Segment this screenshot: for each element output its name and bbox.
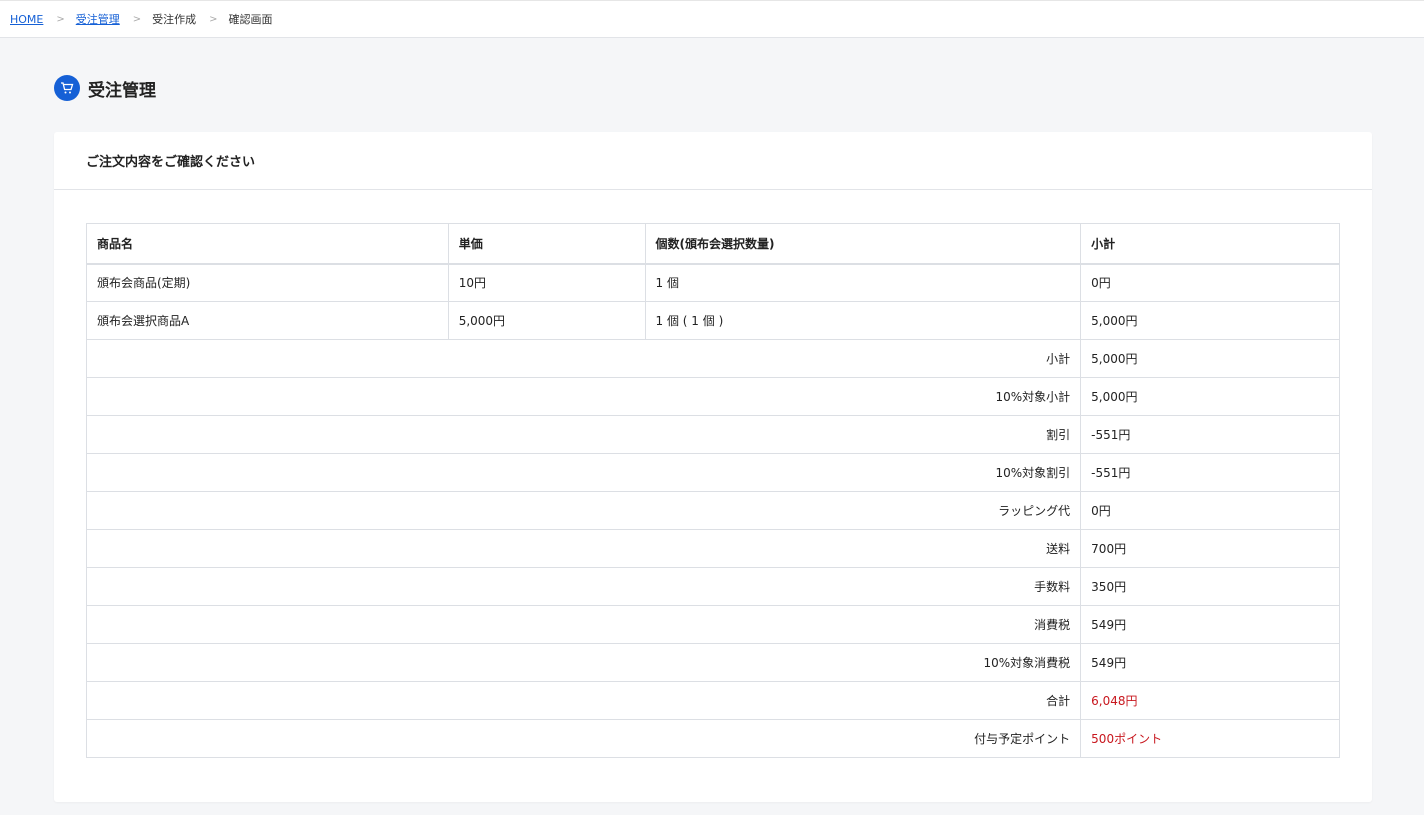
item-qty: 1 個 <box>644 263 1082 302</box>
breadcrumb-separator: > <box>56 13 65 25</box>
summary-row: 10%対象割引 -551円 <box>85 453 1340 492</box>
summary-label: 10%対象割引 <box>85 453 1082 492</box>
header-quantity: 個数(頒布会選択数量) <box>644 223 1082 265</box>
summary-label: 割引 <box>85 415 1082 454</box>
summary-label: 10%対象消費税 <box>85 643 1082 682</box>
points-value: 500ポイント <box>1080 719 1340 758</box>
breadcrumb-order-create: 受注作成 <box>152 13 197 26</box>
item-subtotal: 0円 <box>1080 263 1340 302</box>
item-name: 頒布会商品(定期) <box>86 263 449 302</box>
summary-value: 350円 <box>1080 567 1340 606</box>
summary-label: ラッピング代 <box>85 491 1082 530</box>
order-table: 商品名 単価 個数(頒布会選択数量) 小計 頒布会商品(定期) 10円 1 個 … <box>85 223 1340 758</box>
summary-row: 10%対象小計 5,000円 <box>85 377 1340 416</box>
summary-row: 手数料 350円 <box>85 567 1340 606</box>
breadcrumb-order-mgmt-link[interactable]: 受注管理 <box>76 11 120 27</box>
table-row: 頒布会商品(定期) 10円 1 個 0円 <box>86 263 1340 302</box>
breadcrumb-home-link[interactable]: HOME <box>10 13 43 26</box>
summary-row: ラッピング代 0円 <box>85 491 1340 530</box>
summary-label: 手数料 <box>85 567 1082 606</box>
order-confirm-card: ご注文内容をご確認ください 商品名 単価 個数(頒布会選択数量) 小計 頒布会商… <box>54 132 1372 802</box>
summary-row-total: 合計 6,048円 <box>85 681 1340 720</box>
table-row: 頒布会選択商品A 5,000円 1 個 ( 1 個 ) 5,000円 <box>86 301 1340 340</box>
summary-value: 549円 <box>1080 643 1340 682</box>
item-name: 頒布会選択商品A <box>86 301 449 340</box>
card-title: ご注文内容をご確認ください <box>54 132 1372 190</box>
breadcrumb-separator: > <box>209 13 218 25</box>
header-product-name: 商品名 <box>86 223 449 265</box>
summary-label: 10%対象小計 <box>85 377 1082 416</box>
item-qty: 1 個 ( 1 個 ) <box>644 301 1082 340</box>
summary-label: 小計 <box>85 339 1082 378</box>
cart-icon <box>54 75 80 101</box>
summary-label: 消費税 <box>85 605 1082 644</box>
summary-value: 700円 <box>1080 529 1340 568</box>
summary-label: 送料 <box>85 529 1082 568</box>
item-price: 5,000円 <box>447 301 646 340</box>
breadcrumb-confirm: 確認画面 <box>228 13 273 26</box>
table-header-row: 商品名 単価 個数(頒布会選択数量) 小計 <box>86 223 1340 265</box>
summary-value: 5,000円 <box>1080 339 1340 378</box>
summary-row: 消費税 549円 <box>85 605 1340 644</box>
summary-label: 付与予定ポイント <box>85 719 1082 758</box>
summary-row: 小計 5,000円 <box>85 339 1340 378</box>
breadcrumb: HOME > 受注管理 > 受注作成 > 確認画面 <box>0 0 1424 38</box>
summary-row: 送料 700円 <box>85 529 1340 568</box>
summary-value: 5,000円 <box>1080 377 1340 416</box>
summary-row-points: 付与予定ポイント 500ポイント <box>85 719 1340 758</box>
item-subtotal: 5,000円 <box>1080 301 1340 340</box>
summary-value: -551円 <box>1080 453 1340 492</box>
summary-value: 0円 <box>1080 491 1340 530</box>
summary-row: 割引 -551円 <box>85 415 1340 454</box>
total-value: 6,048円 <box>1080 681 1340 720</box>
summary-value: 549円 <box>1080 605 1340 644</box>
page-title: 受注管理 <box>88 80 156 101</box>
summary-label: 合計 <box>85 681 1082 720</box>
summary-row: 10%対象消費税 549円 <box>85 643 1340 682</box>
header-unit-price: 単価 <box>447 223 646 265</box>
summary-value: -551円 <box>1080 415 1340 454</box>
breadcrumb-separator: > <box>132 13 142 25</box>
item-price: 10円 <box>447 263 646 302</box>
page-header: 受注管理 <box>54 75 1424 101</box>
header-subtotal: 小計 <box>1080 223 1340 265</box>
